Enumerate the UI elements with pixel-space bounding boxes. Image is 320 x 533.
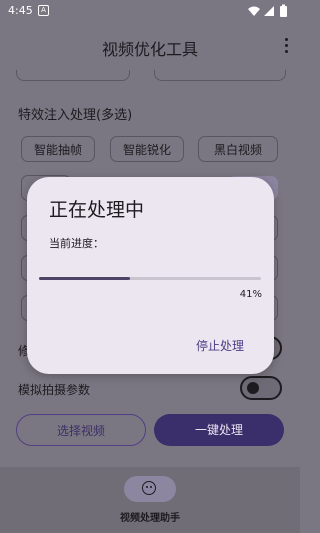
chip-black-white[interactable]: 黑白视频 [198,136,278,162]
smiley-icon [142,481,156,495]
one-click-process-button[interactable]: 一键处理 [154,414,284,446]
progress-bar [39,277,261,280]
status-time: 4:45 [8,4,33,17]
select-video-button[interactable]: 选择视频 [16,414,146,446]
status-bar: 4:45 A [0,0,300,22]
effects-section-title: 特效注入处理(多选) [18,108,133,123]
progress-percent: 41% [239,289,262,300]
option-card-right[interactable] [154,70,286,81]
setting-simulate-label: 模拟拍摄参数 [18,383,91,397]
more-options-icon[interactable] [284,38,290,54]
status-icons [248,4,287,17]
toggle-simulate[interactable] [240,376,282,400]
stop-processing-button[interactable]: 停止处理 [196,337,244,354]
progress-fill [39,277,131,280]
nav-label-assistant: 视频处理助手 [120,513,180,524]
processing-dialog: 正在处理中 当前进度： 41% 停止处理 [27,177,274,374]
notification-badge-icon: A [38,5,49,16]
chip-smart-frame[interactable]: 智能抽帧 [21,136,95,162]
chip-smart-sharpen[interactable]: 智能锐化 [110,136,184,162]
progress-label: 当前进度： [49,237,104,250]
page-title: 视频优化工具 [101,40,198,59]
toggle-knob [247,382,259,394]
app-bar: 视频优化工具 [0,22,300,70]
option-card-left[interactable] [16,70,130,81]
dialog-title: 正在处理中 [49,199,145,221]
